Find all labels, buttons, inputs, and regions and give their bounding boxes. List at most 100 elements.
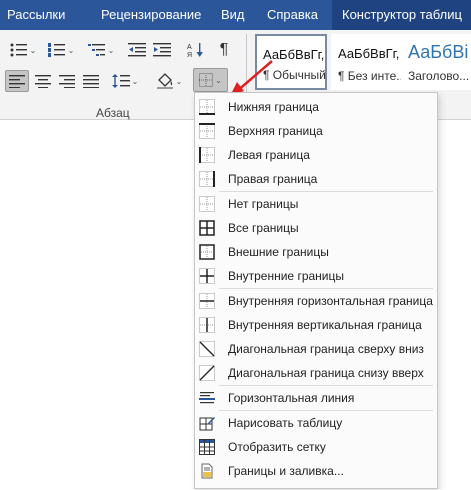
style-preview: АаБбВі	[408, 42, 469, 62]
menu-item-inside-vertical-border[interactable]: Внутренняя вертикальная граница	[196, 313, 436, 337]
border-inside-icon	[199, 268, 215, 284]
line-spacing-icon	[111, 74, 130, 88]
align-right-icon	[59, 74, 75, 88]
menu-item-label: Все границы	[228, 221, 299, 235]
menu-item-left-border[interactable]: Левая граница	[196, 143, 436, 167]
menu-item-label: Нет границы	[228, 197, 299, 211]
group-label-paragraph: Абзац	[96, 106, 130, 120]
menu-item-label: Диагональная граница снизу вверх	[228, 366, 424, 380]
border-inside-vertical-icon	[199, 317, 215, 333]
chevron-down-icon: ⌄	[215, 75, 222, 85]
numbering-icon	[47, 43, 65, 57]
menu-item-view-gridlines[interactable]: Отобразить сетку	[196, 435, 436, 459]
line-spacing-button[interactable]: ⌄	[108, 70, 142, 92]
styles-gallery: АаБбВвГг, ¶ Обычный АаБбВвГг, ¶ Без инте…	[251, 34, 471, 90]
chevron-down-icon: ⌄	[131, 76, 139, 86]
menu-item-label: Диагональная граница сверху вниз	[228, 342, 424, 356]
menu-item-top-border[interactable]: Верхняя граница	[196, 119, 436, 143]
menu-item-label: Правая граница	[228, 172, 318, 186]
shading-button[interactable]: ⌄	[152, 70, 186, 92]
tab-view[interactable]: Вид	[221, 0, 245, 30]
style-name: Заголово...	[408, 69, 470, 83]
menu-item-no-border[interactable]: Нет границы	[196, 192, 436, 216]
border-bottom-icon	[199, 99, 215, 115]
style-heading[interactable]: АаБбВі Заголово...	[401, 34, 471, 90]
align-center-icon	[35, 74, 51, 88]
border-diagonal-up-icon	[199, 365, 215, 381]
style-name: ¶ Без инте...	[338, 69, 407, 83]
svg-text:А: А	[187, 44, 192, 51]
menu-item-label: Внутренние границы	[228, 269, 344, 283]
menu-item-label: Нарисовать таблицу	[228, 416, 343, 430]
menu-item-label: Горизонтальная линия	[228, 391, 355, 405]
align-left-icon	[9, 74, 25, 88]
chevron-down-icon: ⌄	[67, 45, 75, 55]
tab-mailings[interactable]: Рассылки	[7, 0, 65, 30]
menu-item-horizontal-line[interactable]: Горизонтальная линия	[196, 386, 436, 410]
decrease-indent-icon	[128, 43, 146, 57]
sort-button[interactable]: АЯ	[185, 40, 207, 60]
increase-indent-icon	[153, 43, 171, 57]
border-top-icon	[199, 123, 215, 139]
ribbon-tab-bar: Рассылки Рецензирование Вид Справка Конс…	[0, 0, 471, 30]
border-none-icon	[199, 196, 215, 212]
increase-indent-button[interactable]	[151, 40, 173, 60]
chevron-down-icon: ⌄	[175, 76, 183, 86]
menu-item-label: Внутренняя горизонтальная граница	[228, 294, 433, 308]
menu-item-outside-borders[interactable]: Внешние границы	[196, 240, 436, 264]
svg-text:Я: Я	[187, 52, 192, 58]
menu-item-diagonal-down-border[interactable]: Диагональная граница сверху вниз	[196, 337, 436, 361]
menu-item-label: Границы и заливка...	[228, 464, 344, 478]
chevron-down-icon: ⌄	[29, 45, 37, 55]
draw-table-icon	[199, 417, 215, 431]
sort-icon: АЯ	[187, 43, 203, 58]
borders-button[interactable]: ⌄	[193, 68, 228, 92]
align-right-button[interactable]	[55, 70, 79, 92]
style-no-spacing[interactable]: АаБбВвГг, ¶ Без инте...	[331, 34, 406, 90]
tab-help[interactable]: Справка	[267, 0, 318, 30]
menu-item-draw-table[interactable]: Нарисовать таблицу	[196, 411, 436, 435]
bullets-icon	[10, 43, 27, 57]
menu-item-label: Левая граница	[228, 148, 310, 162]
multilevel-list-icon	[87, 44, 105, 56]
document-area	[0, 121, 194, 490]
menu-item-label: Внешние границы	[228, 245, 329, 259]
view-gridlines-icon	[199, 439, 215, 455]
bullets-button[interactable]: ⌄	[6, 40, 40, 60]
menu-item-label: Отобразить сетку	[228, 440, 326, 454]
decrease-indent-button[interactable]	[126, 40, 148, 60]
border-all-icon	[199, 220, 215, 236]
menu-item-right-border[interactable]: Правая граница	[196, 167, 436, 191]
align-center-button[interactable]	[31, 70, 55, 92]
multilevel-list-button[interactable]: ⌄	[84, 40, 118, 60]
border-outside-icon	[199, 244, 215, 260]
border-left-icon	[199, 147, 215, 163]
justify-icon	[83, 74, 99, 88]
style-preview: АаБбВвГг,	[338, 46, 400, 61]
menu-item-diagonal-up-border[interactable]: Диагональная граница снизу вверх	[196, 361, 436, 385]
justify-button[interactable]	[79, 70, 103, 92]
chevron-down-icon: ⌄	[107, 45, 115, 55]
paint-bucket-icon	[156, 73, 173, 89]
borders-dropdown-menu: Нижняя граница Верхняя граница Левая гра…	[194, 92, 438, 489]
menu-item-label: Верхняя граница	[228, 124, 323, 138]
tab-review[interactable]: Рецензирование	[101, 0, 201, 30]
menu-item-inside-borders[interactable]: Внутренние границы	[196, 264, 436, 288]
menu-item-bottom-border[interactable]: Нижняя граница	[196, 95, 436, 119]
border-inside-horizontal-icon	[199, 293, 215, 309]
borders-shading-icon	[201, 463, 213, 479]
menu-item-label: Внутренняя вертикальная граница	[228, 318, 422, 332]
menu-item-all-borders[interactable]: Все границы	[196, 216, 436, 240]
border-right-icon	[199, 171, 215, 187]
menu-item-label: Нижняя граница	[228, 100, 319, 114]
show-marks-button[interactable]: ¶	[213, 40, 235, 60]
border-diagonal-down-icon	[199, 341, 215, 357]
menu-item-inside-horizontal-border[interactable]: Внутренняя горизонтальная граница	[196, 289, 436, 313]
borders-icon	[199, 73, 214, 87]
pilcrow-icon: ¶	[219, 41, 229, 58]
menu-item-borders-and-shading[interactable]: Границы и заливка...	[196, 459, 436, 483]
tab-table-design[interactable]: Конструктор таблиц	[332, 0, 471, 30]
horizontal-line-icon	[199, 392, 215, 404]
align-left-button[interactable]	[5, 70, 29, 92]
numbering-button[interactable]: ⌄	[44, 40, 78, 60]
